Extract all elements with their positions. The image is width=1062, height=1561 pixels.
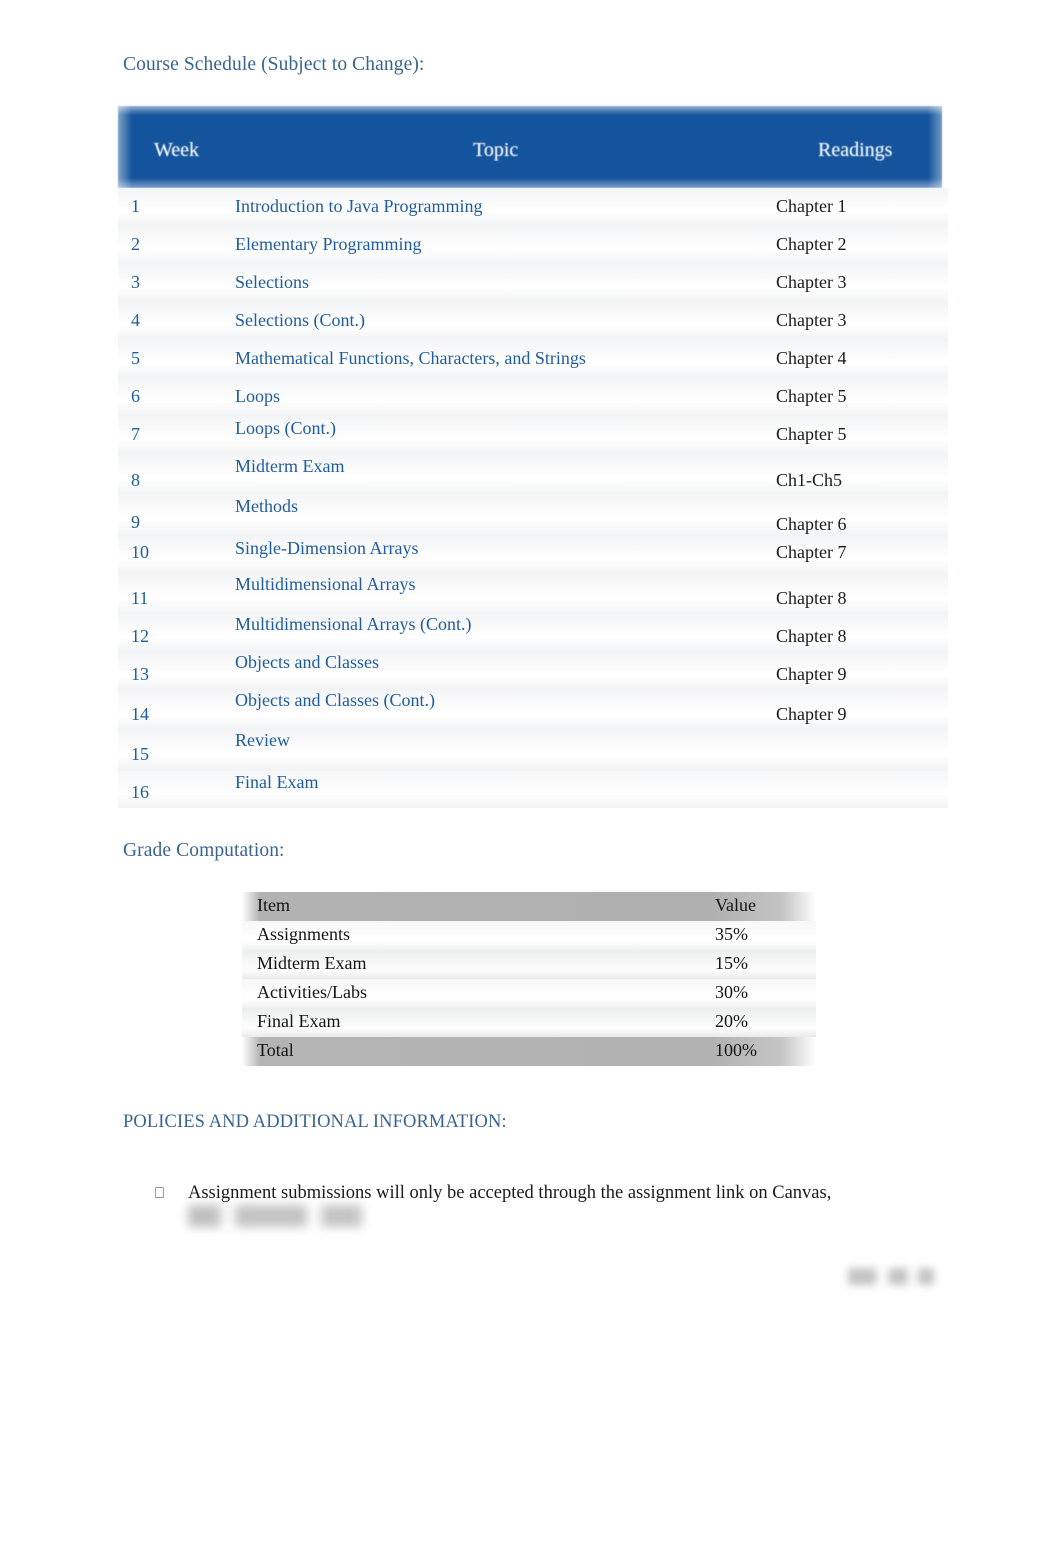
grade-cell-value: 20%	[715, 1011, 748, 1031]
schedule-cell-readings: Chapter 8	[776, 626, 847, 646]
table-row: 5 Mathematical Functions, Characters, and…	[118, 340, 948, 378]
course-schedule-heading: Course Schedule (Subject to Change):	[123, 54, 425, 75]
schedule-cell-topic: Objects and Classes (Cont.)	[235, 690, 435, 710]
schedule-cell-topic: Midterm Exam	[235, 456, 345, 476]
schedule-cell-week: 6	[131, 386, 140, 406]
schedule-cell-topic: Loops (Cont.)	[235, 418, 336, 438]
schedule-cell-topic: Single-Dimension Arrays	[235, 538, 419, 558]
schedule-cell-week: 8	[131, 470, 140, 490]
schedule-cell-week: 3	[131, 272, 140, 292]
table-row: 7 Loops (Cont.) Chapter 5	[118, 416, 948, 454]
schedule-cell-readings: Chapter 8	[776, 588, 847, 608]
table-row: 16 Final Exam	[118, 770, 948, 808]
table-row: 14 Objects and Classes (Cont.) Chapter 9	[118, 690, 948, 730]
schedule-header-topic: Topic	[473, 139, 519, 161]
schedule-cell-readings: Ch1-Ch5	[776, 470, 843, 490]
grade-cell-item: Assignments	[257, 924, 351, 944]
redacted-text-blur	[188, 1205, 362, 1227]
grade-cell-item: Midterm Exam	[257, 953, 367, 973]
table-row: Midterm Exam 15%	[242, 950, 816, 979]
grade-header-item: Item	[257, 895, 290, 915]
redacted-footer-blur	[848, 1268, 934, 1285]
table-row: 2 Elementary Programming Chapter 2	[118, 226, 948, 264]
schedule-cell-week: 12	[131, 626, 149, 646]
table-row: 8 Midterm Exam Ch1-Ch5	[118, 454, 948, 494]
course-schedule-table: Week Topic Readings 1 Introduction to Jav…	[107, 100, 955, 808]
schedule-cell-readings: Chapter 9	[776, 664, 847, 684]
schedule-cell-week: 11	[131, 588, 149, 608]
schedule-cell-week: 2	[131, 234, 140, 254]
table-row: 4 Selections (Cont.) Chapter 3	[118, 302, 948, 340]
schedule-cell-readings: Chapter 1	[776, 196, 847, 216]
schedule-cell-topic: Mathematical Functions, Characters, and …	[235, 348, 586, 368]
table-row: 9 Methods Chapter 6	[118, 494, 948, 536]
table-row: 11 Multidimensional Arrays Chapter 8	[118, 574, 948, 614]
schedule-cell-readings: Chapter 3	[776, 310, 847, 330]
schedule-cell-readings: Chapter 2	[776, 234, 847, 254]
table-row: 10 Single-Dimension Arrays Chapter 7	[118, 536, 948, 574]
schedule-cell-topic: Objects and Classes	[235, 652, 379, 672]
schedule-cell-week: 4	[131, 310, 140, 330]
document-page: Course Schedule (Subject to Change): Wee…	[0, 0, 1062, 1561]
grade-cell-item: Activities/Labs	[257, 982, 367, 1002]
table-row: 15 Review	[118, 730, 948, 770]
table-row: Final Exam 20%	[242, 1008, 816, 1037]
table-row: 1 Introduction to Java Programming Chapter…	[118, 188, 948, 226]
grade-header-row: Item Value	[242, 892, 816, 921]
schedule-table-body: 1 Introduction to Java Programming Chapter…	[107, 188, 955, 808]
schedule-cell-topic: Final Exam	[235, 772, 319, 792]
schedule-cell-week: 14	[131, 704, 149, 724]
grade-cell-value: 35%	[715, 924, 748, 944]
grade-cell-value: 15%	[715, 953, 748, 973]
bullet-box-icon: ⎕	[155, 1184, 165, 1202]
table-row: Assignments 35%	[242, 921, 816, 950]
schedule-cell-topic: Introduction to Java Programming	[235, 196, 483, 216]
schedule-cell-topic: Selections	[235, 272, 309, 292]
table-row: Total 100%	[242, 1037, 816, 1066]
grade-computation-table: Item Value Assignments 35% Midterm Exam 15% Ac…	[233, 884, 825, 1076]
schedule-header-week: Week	[154, 139, 200, 161]
schedule-cell-readings: Chapter 9	[776, 704, 847, 724]
schedule-table-header-band: Week Topic Readings	[118, 106, 942, 188]
schedule-cell-topic: Loops	[235, 386, 280, 406]
table-row: 13 Objects and Classes Chapter 9	[118, 652, 948, 690]
schedule-cell-topic: Selections (Cont.)	[235, 310, 365, 330]
schedule-cell-week: 1	[131, 196, 140, 216]
schedule-cell-week: 5	[131, 348, 140, 368]
schedule-cell-week: 7	[131, 424, 140, 444]
table-row: Activities/Labs 30%	[242, 979, 816, 1008]
policies-heading: POLICIES AND ADDITIONAL INFORMATION:	[123, 1112, 507, 1132]
schedule-cell-topic: Multidimensional Arrays	[235, 574, 416, 594]
schedule-cell-topic: Elementary Programming	[235, 234, 422, 254]
schedule-cell-readings: Chapter 5	[776, 424, 847, 444]
schedule-cell-readings: Chapter 7	[776, 542, 847, 562]
schedule-cell-readings: Chapter 4	[776, 348, 847, 368]
schedule-cell-readings: Chapter 3	[776, 272, 847, 292]
grade-header-value: Value	[715, 895, 756, 915]
schedule-cell-topic: Methods	[235, 496, 298, 516]
table-row: 6 Loops Chapter 5	[118, 378, 948, 416]
list-item: ⎕ Assignment submissions will only be acc…	[123, 1180, 953, 1207]
grade-cell-item: Final Exam	[257, 1011, 341, 1031]
policies-list: ⎕ Assignment submissions will only be acc…	[123, 1180, 953, 1207]
schedule-cell-week: 15	[131, 744, 149, 764]
schedule-cell-topic: Multidimensional Arrays (Cont.)	[235, 614, 472, 634]
schedule-cell-readings: Chapter 5	[776, 386, 847, 406]
grade-total-item: Total	[257, 1040, 294, 1060]
schedule-cell-week: 9	[131, 512, 140, 532]
grade-computation-heading: Grade Computation:	[123, 840, 285, 861]
schedule-cell-topic: Review	[235, 730, 290, 750]
table-row: 12 Multidimensional Arrays (Cont.) Chapter…	[118, 614, 948, 652]
grade-total-value: 100%	[715, 1040, 757, 1060]
schedule-cell-week: 13	[131, 664, 149, 684]
schedule-cell-week: 16	[131, 782, 149, 802]
table-row: 3 Selections Chapter 3	[118, 264, 948, 302]
schedule-header-readings: Readings	[818, 139, 893, 161]
policy-item-text: Assignment submissions will only be acce…	[188, 1183, 832, 1203]
schedule-cell-readings: Chapter 6	[776, 514, 847, 534]
grade-cell-value: 30%	[715, 982, 748, 1002]
schedule-cell-week: 10	[131, 542, 149, 562]
